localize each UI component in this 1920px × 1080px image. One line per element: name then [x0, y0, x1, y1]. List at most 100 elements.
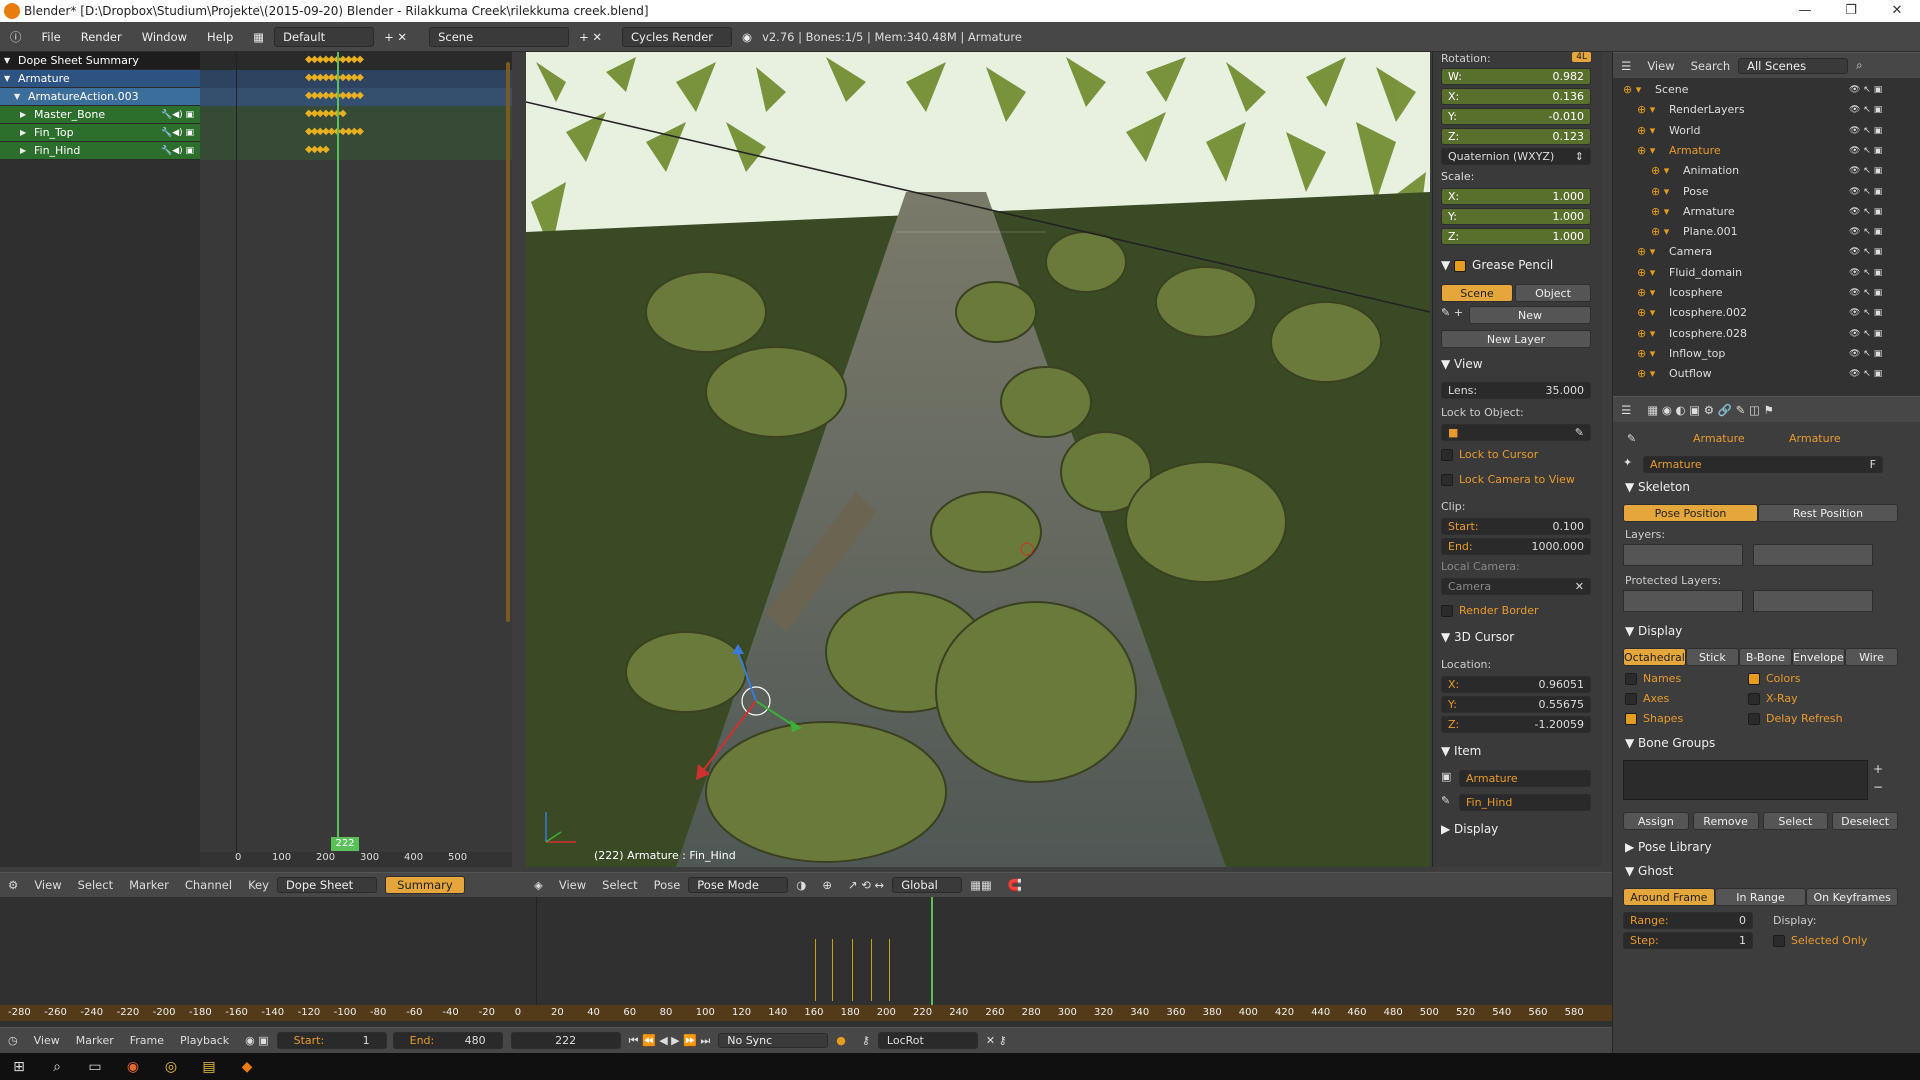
minimize-button[interactable]: — [1782, 0, 1828, 22]
visibility-toggles-icon[interactable]: 👁 ↖ ▣ [1849, 303, 1882, 323]
layer-grid-b[interactable] [1753, 544, 1873, 566]
item-section[interactable]: ▼ Item [1441, 744, 1591, 762]
visibility-toggles-icon[interactable]: 👁 ↖ ▣ [1849, 263, 1882, 283]
display-option[interactable]: Axes [1625, 692, 1669, 705]
rotation-mode-selector[interactable]: Quaternion (WXYZ) ⇕ [1441, 148, 1591, 165]
expand-icon[interactable]: ▼ [4, 70, 14, 88]
start-frame-field[interactable]: Start: 1 [276, 1032, 387, 1049]
render-border-checkbox[interactable] [1441, 605, 1453, 617]
dopesheet-menu-view[interactable]: View [26, 878, 69, 892]
outliner-item-icon[interactable]: ⊕ ▾ [1637, 283, 1655, 303]
menu-file[interactable]: File [32, 30, 71, 44]
outliner-menu-view[interactable]: View [1639, 59, 1682, 73]
sync-selector[interactable]: No Sync [718, 1033, 829, 1048]
channel-row[interactable]: ▼ Armature [0, 70, 200, 88]
scale-z-field[interactable]: Z: 1.000 [1441, 228, 1591, 245]
render-border-row[interactable]: Render Border [1441, 604, 1591, 622]
outliner-item-icon[interactable]: ⊕ ▾ [1637, 324, 1655, 344]
display-envelope[interactable]: Envelope [1791, 648, 1845, 666]
display-option-checkbox[interactable] [1625, 693, 1637, 705]
selected-only-row[interactable]: Selected Only [1773, 934, 1867, 947]
outliner-item[interactable]: ⊕ ▾ Plane.001 👁 ↖ ▣ [1613, 222, 1920, 242]
end-frame-field[interactable]: End: 480 [392, 1032, 503, 1049]
insert-key-icon[interactable]: ✕ ⚷ [978, 1034, 1015, 1047]
outliner-item[interactable]: ⊕ ▾ World 👁 ↖ ▣ [1613, 121, 1920, 141]
bone-group-list[interactable] [1623, 760, 1868, 800]
visibility-toggles-icon[interactable]: 👁 ↖ ▣ [1849, 121, 1882, 141]
keyframe-markers[interactable]: ◆◆◆◆◆◆◆◆◆◆ [305, 54, 364, 65]
lock-object-field[interactable]: ■ ✎ [1441, 424, 1591, 441]
item-object-field[interactable]: Armature [1459, 770, 1591, 787]
timeline-current-frame[interactable] [931, 897, 933, 1007]
display-option[interactable]: Colors [1748, 672, 1800, 685]
rotation-w-field[interactable]: W: 0.982 [1441, 68, 1591, 85]
dopesheet-menu-marker[interactable]: Marker [121, 878, 177, 892]
current-frame-badge[interactable]: 222 [331, 837, 359, 851]
visibility-toggles-icon[interactable]: 👁 ↖ ▣ [1849, 324, 1882, 344]
render-engine-selector[interactable]: Cycles Render [622, 26, 733, 47]
display-section[interactable]: ▶ Display [1441, 822, 1591, 840]
close-button[interactable]: ✕ [1874, 0, 1920, 22]
gp-new-button[interactable]: New [1469, 306, 1591, 324]
dopesheet-menu-key[interactable]: Key [240, 878, 277, 892]
channel-row[interactable]: ▼ Dope Sheet Summary [0, 52, 200, 70]
visibility-toggles-icon[interactable]: 👁 ↖ ▣ [1849, 161, 1882, 181]
outliner-item[interactable]: ⊕ ▾ Scene 👁 ↖ ▣ [1613, 80, 1920, 100]
outliner-item[interactable]: ⊕ ▾ Pose 👁 ↖ ▣ [1613, 182, 1920, 202]
timeline-ruler[interactable]: -280 -260 -240 -220 -200 -180 -160 -140 -120 -100… [0, 1005, 1612, 1021]
lock-camera-checkbox[interactable] [1441, 474, 1453, 486]
visibility-toggles-icon[interactable]: 👁 ↖ ▣ [1849, 344, 1882, 364]
clear-icon[interactable]: ✕ [1575, 580, 1584, 593]
scrollbar[interactable] [506, 62, 510, 622]
orientation-selector[interactable]: Global [892, 877, 963, 893]
deselect-button[interactable]: Deselect [1832, 812, 1898, 830]
add-layout-icon[interactable]: + ✕ [374, 30, 417, 44]
visibility-toggles-icon[interactable]: 👁 ↖ ▣ [1849, 283, 1882, 303]
outliner-item[interactable]: ⊕ ▾ Armature 👁 ↖ ▣ [1613, 202, 1920, 222]
scale-y-field[interactable]: Y: 1.000 [1441, 208, 1591, 225]
keyframe-markers[interactable]: ◆◆◆◆◆◆◆◆◆◆ [305, 72, 364, 83]
menu-help[interactable]: Help [197, 30, 243, 44]
gp-pencil-icon[interactable]: ✎ + [1441, 306, 1471, 324]
3d-viewport[interactable]: (222) Armature : Fin_Hind [526, 52, 1430, 867]
timeline-menu-view[interactable]: View [26, 1034, 68, 1047]
channel-toggles-icon[interactable]: 🔧◀) ▣ [161, 124, 194, 142]
add-scene-icon[interactable]: + ✕ [569, 30, 612, 44]
select-button[interactable]: Select [1762, 812, 1829, 830]
display-option-checkbox[interactable] [1748, 713, 1760, 725]
lens-field[interactable]: Lens: 35.000 [1441, 382, 1591, 399]
dopesheet-keyframes[interactable]: ◆◆◆◆◆◆◆◆◆◆ ◆◆◆◆◆◆◆◆◆◆ ◆◆◆◆◆◆◆◆◆◆ ◆◆◆◆◆◆◆… [200, 52, 512, 867]
outliner-item-icon[interactable]: ⊕ ▾ [1637, 364, 1655, 384]
cursor-x-field[interactable]: X: 0.96051 [1441, 676, 1591, 693]
rest-position-button[interactable]: Rest Position [1758, 504, 1898, 522]
local-camera-field[interactable]: Camera ✕ [1441, 578, 1591, 595]
outliner-item-icon[interactable]: ⊕ ▾ [1651, 161, 1669, 181]
outliner-item[interactable]: ⊕ ▾ Inflow_top 👁 ↖ ▣ [1613, 344, 1920, 364]
visibility-toggles-icon[interactable]: 👁 ↖ ▣ [1849, 182, 1882, 202]
display-bbone[interactable]: B-Bone [1738, 648, 1792, 666]
snap-icon[interactable]: 🧲 [1000, 878, 1030, 892]
cursor-y-field[interactable]: Y: 0.55675 [1441, 696, 1591, 713]
visibility-toggles-icon[interactable]: 👁 ↖ ▣ [1849, 202, 1882, 222]
expand-icon[interactable]: ▶ [20, 124, 30, 142]
search-icon[interactable]: ⌕ [38, 1059, 76, 1075]
outliner-display-mode[interactable]: All Scenes [1738, 57, 1849, 74]
keyframe-markers[interactable]: ◆◆◆◆ [305, 144, 330, 155]
ghost-range-field[interactable]: Range: 0 [1623, 912, 1753, 929]
breadcrumb-armature[interactable]: Armature [1789, 432, 1841, 445]
outliner-item-icon[interactable]: ⊕ ▾ [1637, 100, 1655, 120]
visibility-toggles-icon[interactable]: 👁 ↖ ▣ [1849, 100, 1882, 120]
keyframe-markers[interactable]: ◆◆◆◆◆◆◆◆◆◆ [305, 90, 364, 101]
visibility-toggles-icon[interactable]: 👁 ↖ ▣ [1849, 141, 1882, 161]
layers-icon[interactable]: ▦▦ [962, 878, 1000, 892]
layout-selector[interactable]: Default [274, 26, 375, 47]
outliner-item[interactable]: ⊕ ▾ Icosphere.028 👁 ↖ ▣ [1613, 324, 1920, 344]
dopesheet-menu-channel[interactable]: Channel [177, 878, 240, 892]
outliner-item[interactable]: ⊕ ▾ Animation 👁 ↖ ▣ [1613, 161, 1920, 181]
maximize-button[interactable]: ❐ [1828, 0, 1874, 22]
ghost-around-frame[interactable]: Around Frame [1623, 888, 1715, 906]
display-stick[interactable]: Stick [1685, 648, 1739, 666]
pin-icon[interactable]: ✎ [1627, 432, 1636, 445]
remove-button[interactable]: Remove [1692, 812, 1759, 830]
outliner-menu-search[interactable]: Search [1683, 59, 1739, 73]
